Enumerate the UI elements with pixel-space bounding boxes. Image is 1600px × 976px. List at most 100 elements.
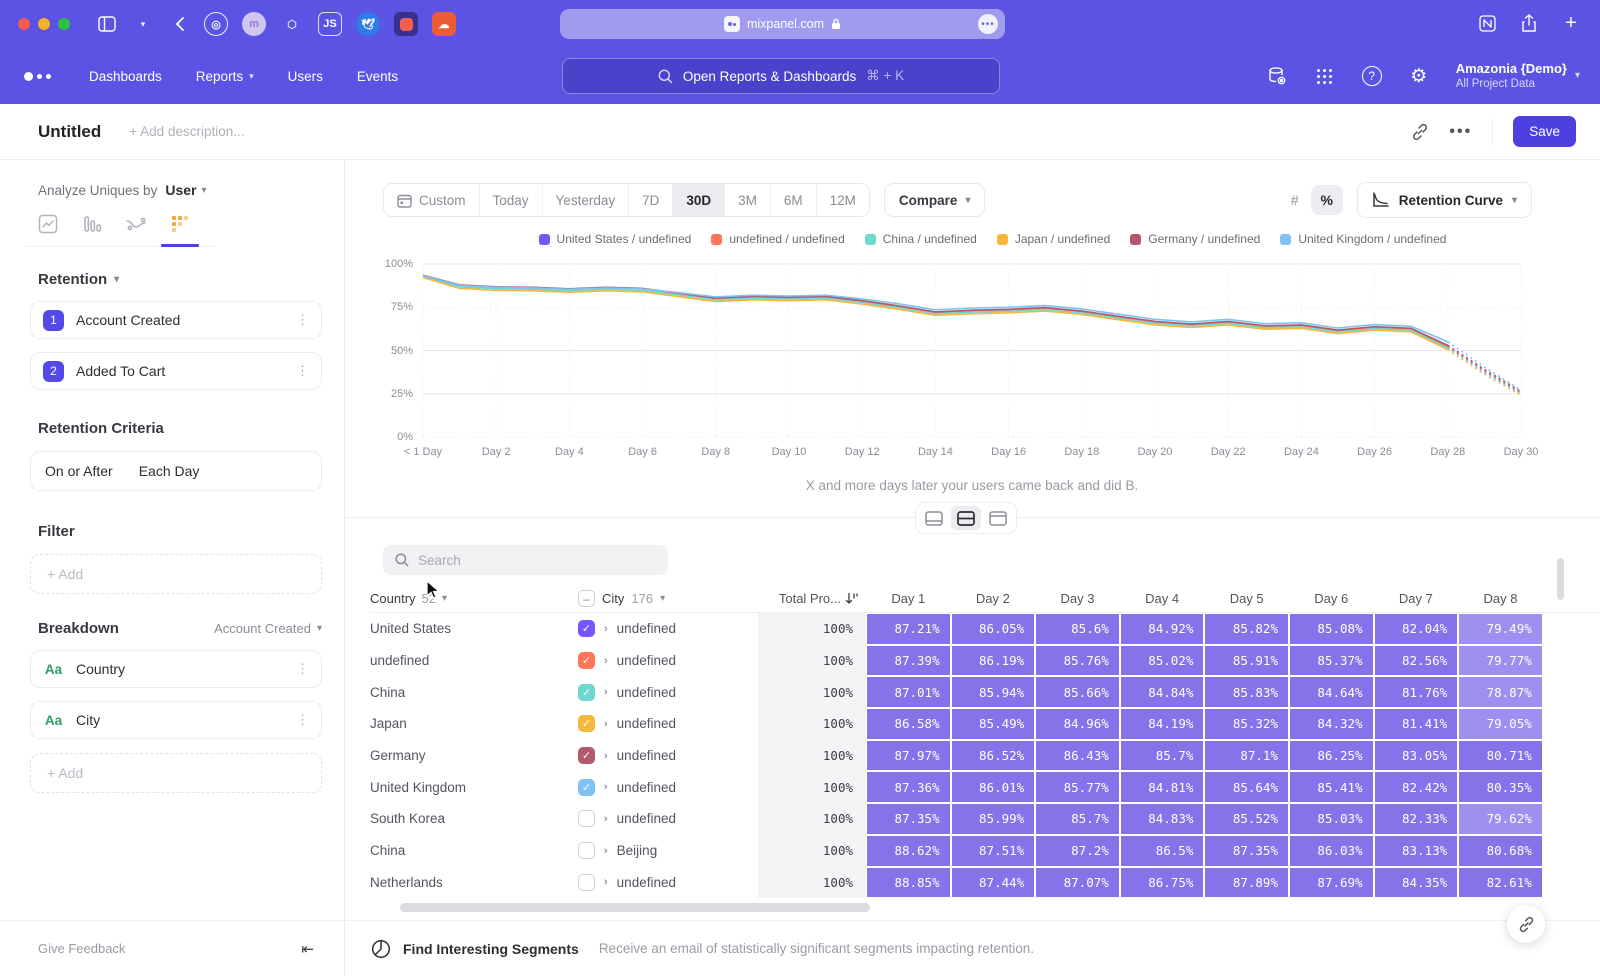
retention-step-2[interactable]: 2Added To Cart⋮ bbox=[30, 352, 322, 390]
criteria-each-day[interactable]: Each Day bbox=[139, 463, 200, 479]
extension-bird-icon[interactable]: 🕊 bbox=[356, 12, 380, 36]
retention-cell[interactable]: 87.21% bbox=[866, 613, 951, 645]
legend-item[interactable]: United States / undefined bbox=[539, 232, 692, 246]
new-tab-icon[interactable]: + bbox=[1560, 12, 1582, 34]
retention-cell[interactable]: 86.43% bbox=[1035, 740, 1120, 772]
segments-title[interactable]: Find Interesting Segments bbox=[403, 941, 579, 957]
retention-cell[interactable]: 87.69% bbox=[1289, 867, 1374, 899]
extension-cube-icon[interactable]: ⬡ bbox=[280, 12, 304, 36]
kebab-menu-icon[interactable]: ⋮ bbox=[296, 712, 309, 728]
retention-cell[interactable]: 86.58% bbox=[866, 708, 951, 740]
country-cell[interactable]: Netherlands bbox=[370, 867, 578, 899]
retention-cell[interactable]: 85.37% bbox=[1289, 645, 1374, 677]
retention-cell[interactable]: 85.91% bbox=[1204, 645, 1289, 677]
retention-cell[interactable]: 85.99% bbox=[951, 803, 1036, 835]
layout-chart-only-button[interactable] bbox=[919, 506, 949, 530]
close-window-button[interactable] bbox=[18, 18, 30, 30]
unit-count-button[interactable]: # bbox=[1279, 185, 1311, 215]
tab-insights[interactable] bbox=[26, 214, 70, 246]
add-filter-button[interactable]: + Add bbox=[30, 554, 322, 594]
report-title[interactable]: Untitled bbox=[38, 122, 101, 142]
retention-cell[interactable]: 87.89% bbox=[1204, 867, 1289, 899]
total-column-header[interactable]: Total Pro... bbox=[758, 591, 866, 606]
select-all-checkbox[interactable]: – bbox=[578, 590, 595, 607]
retention-cell[interactable]: 85.6% bbox=[1035, 613, 1120, 645]
project-switcher[interactable]: Amazonia {Demo} All Project Data ▾ bbox=[1456, 61, 1580, 92]
expand-chevron-icon[interactable]: › bbox=[604, 750, 608, 762]
table-search-input[interactable]: Search bbox=[383, 545, 668, 575]
retention-cell[interactable]: 87.01% bbox=[866, 676, 951, 708]
data-management-icon[interactable] bbox=[1266, 65, 1288, 87]
retention-cell[interactable]: 86.52% bbox=[951, 740, 1036, 772]
retention-cell[interactable]: 79.62% bbox=[1458, 803, 1543, 835]
tab-flows[interactable] bbox=[114, 214, 158, 246]
help-icon[interactable]: ? bbox=[1362, 66, 1382, 86]
retention-cell[interactable]: 85.82% bbox=[1204, 613, 1289, 645]
date-range-7d[interactable]: 7D bbox=[629, 184, 673, 216]
retention-cell[interactable]: 87.39% bbox=[866, 645, 951, 677]
retention-section-title[interactable]: Retention bbox=[38, 271, 107, 288]
global-search[interactable]: Open Reports & Dashboards ⌘ + K bbox=[562, 58, 1000, 94]
tab-chevron-icon[interactable]: ▾ bbox=[132, 13, 154, 35]
day-column-header[interactable]: Day 4 bbox=[1120, 591, 1205, 606]
retention-cell[interactable]: 87.44% bbox=[951, 867, 1036, 899]
retention-cell[interactable]: 85.64% bbox=[1204, 771, 1289, 803]
country-cell[interactable]: United Kingdom bbox=[370, 771, 578, 803]
share-icon[interactable] bbox=[1518, 12, 1540, 34]
nav-item-events[interactable]: Events bbox=[357, 69, 398, 84]
extension-target-icon[interactable]: ◎ bbox=[204, 12, 228, 36]
retention-cell[interactable]: 85.7% bbox=[1035, 803, 1120, 835]
date-range-3m[interactable]: 3M bbox=[725, 184, 771, 216]
expand-chevron-icon[interactable]: › bbox=[604, 686, 608, 698]
layout-table-only-button[interactable] bbox=[983, 506, 1013, 530]
tab-funnels[interactable] bbox=[70, 214, 114, 246]
expand-chevron-icon[interactable]: › bbox=[604, 718, 608, 730]
country-cell[interactable]: undefined bbox=[370, 645, 578, 677]
retention-cell[interactable]: 85.76% bbox=[1035, 645, 1120, 677]
retention-cell[interactable]: 84.92% bbox=[1120, 613, 1205, 645]
row-checkbox[interactable]: ✓ bbox=[578, 715, 595, 732]
retention-cell[interactable]: 84.64% bbox=[1289, 676, 1374, 708]
retention-cell[interactable]: 79.77% bbox=[1458, 645, 1543, 677]
retention-cell[interactable]: 80.35% bbox=[1458, 771, 1543, 803]
retention-cell[interactable]: 82.56% bbox=[1374, 645, 1459, 677]
date-range-12m[interactable]: 12M bbox=[817, 184, 869, 216]
retention-cell[interactable]: 86.25% bbox=[1289, 740, 1374, 772]
retention-cell[interactable]: 80.71% bbox=[1458, 740, 1543, 772]
retention-cell[interactable]: 84.96% bbox=[1035, 708, 1120, 740]
legend-item[interactable]: undefined / undefined bbox=[711, 232, 844, 246]
day-column-header[interactable]: Day 2 bbox=[951, 591, 1036, 606]
retention-cell[interactable]: 84.83% bbox=[1120, 803, 1205, 835]
retention-cell[interactable]: 86.01% bbox=[951, 771, 1036, 803]
unit-percent-button[interactable]: % bbox=[1311, 185, 1343, 215]
chart-type-button[interactable]: Retention Curve ▾ bbox=[1357, 182, 1532, 218]
retention-cell[interactable]: 87.36% bbox=[866, 771, 951, 803]
analyze-value[interactable]: User bbox=[165, 182, 196, 198]
kebab-menu-icon[interactable]: ⋮ bbox=[296, 363, 309, 379]
day-column-header[interactable]: Day 3 bbox=[1035, 591, 1120, 606]
country-column-header[interactable]: Country 52 ▾ bbox=[370, 591, 578, 606]
retention-cell[interactable]: 85.41% bbox=[1289, 771, 1374, 803]
breakdown-item-city[interactable]: AaCity⋮ bbox=[30, 701, 322, 739]
retention-cell[interactable]: 85.77% bbox=[1035, 771, 1120, 803]
chart-canvas[interactable] bbox=[417, 256, 1527, 442]
retention-cell[interactable]: 84.81% bbox=[1120, 771, 1205, 803]
retention-cell[interactable]: 81.41% bbox=[1374, 708, 1459, 740]
minimize-window-button[interactable] bbox=[38, 18, 50, 30]
retention-cell[interactable]: 84.19% bbox=[1120, 708, 1205, 740]
row-checkbox[interactable] bbox=[578, 842, 595, 859]
legend-item[interactable]: China / undefined bbox=[865, 232, 977, 246]
retention-cell[interactable]: 86.03% bbox=[1289, 835, 1374, 867]
row-checkbox[interactable]: ✓ bbox=[578, 747, 595, 764]
date-range-today[interactable]: Today bbox=[480, 184, 543, 216]
expand-chevron-icon[interactable]: › bbox=[604, 813, 608, 825]
retention-cell[interactable]: 79.49% bbox=[1458, 613, 1543, 645]
apps-grid-icon[interactable] bbox=[1314, 65, 1336, 87]
give-feedback-link[interactable]: Give Feedback bbox=[38, 941, 301, 956]
legend-item[interactable]: United Kingdom / undefined bbox=[1280, 232, 1446, 246]
retention-cell[interactable]: 82.33% bbox=[1374, 803, 1459, 835]
country-cell[interactable]: China bbox=[370, 676, 578, 708]
criteria-on-or-after[interactable]: On or After bbox=[45, 463, 113, 479]
extension-m-icon[interactable]: m bbox=[242, 12, 266, 36]
city-column-header[interactable]: – City 176 ▾ bbox=[578, 590, 758, 607]
